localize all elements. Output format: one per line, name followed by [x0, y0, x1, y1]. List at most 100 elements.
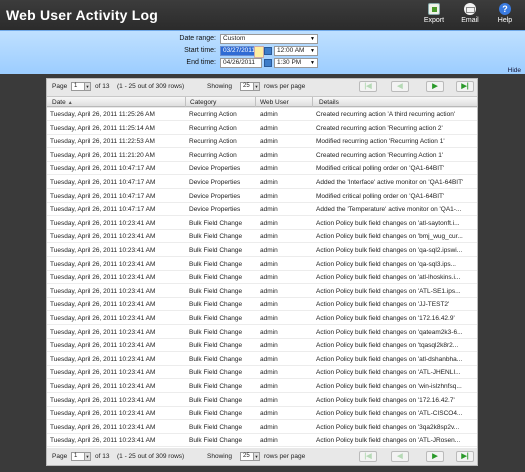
date-cell: Tuesday, April 26, 2011 10:47:17 AM [50, 165, 156, 173]
date-cell: Tuesday, April 26, 2011 10:23:41 AM [50, 383, 156, 390]
date-cell: Tuesday, April 26, 2011 10:23:41 AM [50, 342, 156, 350]
details-cell: Created recurring action 'A third recurr… [316, 111, 456, 118]
date-cell: Tuesday, April 26, 2011 10:23:41 AM [50, 369, 156, 377]
details-cell: Action Policy bulk field changes on 'ATL… [316, 437, 461, 445]
category-cell: Device Properties [189, 179, 241, 186]
column-header-details[interactable]: Details [319, 99, 339, 106]
table-row[interactable]: Tuesday, April 26, 2011 10:23:41 AM Bulk … [47, 298, 477, 312]
column-header-category[interactable]: Category [190, 99, 216, 106]
chevron-down-icon: ▼ [310, 48, 315, 54]
hide-filter-link[interactable]: Hide [508, 67, 521, 74]
start-time-value: 12:00 AM [277, 47, 305, 54]
table-row[interactable]: Tuesday, April 26, 2011 10:23:41 AM Bulk … [47, 394, 477, 407]
end-time-select[interactable]: 1:30 PM ▼ [274, 58, 318, 68]
column-header-date[interactable]: Date ▲ [52, 99, 73, 106]
date-cell: Tuesday, April 26, 2011 10:23:41 AM [50, 233, 156, 241]
table-row[interactable]: Tuesday, April 26, 2011 10:23:41 AM Bulk … [47, 380, 477, 393]
table-row[interactable]: Tuesday, April 26, 2011 10:23:41 AM Bulk … [47, 366, 477, 380]
details-cell: Action Policy bulk field changes on '172… [316, 396, 455, 404]
start-time-select[interactable]: 12:00 AM ▼ [274, 46, 318, 56]
web-user-cell: admin [260, 287, 278, 295]
showing-label: Showing [207, 83, 232, 90]
rows-per-page-select[interactable]: 25 ▼ [240, 452, 260, 461]
table-row[interactable]: Tuesday, April 26, 2011 11:25:26 AM Recur… [47, 108, 477, 121]
help-button[interactable]: ? Help [490, 3, 520, 28]
rows-per-page-select[interactable]: 25 ▼ [240, 82, 260, 91]
table-row[interactable]: Tuesday, April 26, 2011 10:23:41 AM Bulk … [47, 258, 477, 271]
table-row[interactable]: Tuesday, April 26, 2011 10:23:41 AM Bulk … [47, 244, 477, 257]
page-title: Web User Activity Log [6, 7, 159, 23]
last-page-button[interactable]: ▶| [456, 81, 474, 92]
details-cell: Action Policy bulk field changes on 'qa-… [316, 260, 456, 268]
page-label: Page [52, 83, 68, 90]
category-cell: Bulk Field Change [189, 274, 243, 282]
date-cell: Tuesday, April 26, 2011 11:25:14 AM [50, 124, 155, 132]
prev-page-button[interactable]: ◀ [391, 81, 409, 92]
table-row[interactable]: Tuesday, April 26, 2011 10:23:41 AM Bulk … [47, 407, 477, 421]
end-date-input[interactable]: 04/26/2011 [220, 58, 262, 68]
details-cell: Action Policy bulk field changes on 'atl… [316, 355, 463, 363]
table-row[interactable]: Tuesday, April 26, 2011 10:23:41 AM Bulk … [47, 285, 477, 298]
help-icon: ? [499, 3, 511, 15]
calendar-icon[interactable] [264, 59, 272, 67]
date-cell: Tuesday, April 26, 2011 11:22:53 AM [50, 138, 155, 146]
table-row[interactable]: Tuesday, April 26, 2011 10:23:41 AM Bulk … [47, 353, 477, 366]
table-row[interactable]: Tuesday, April 26, 2011 10:47:17 AM Devic… [47, 176, 477, 189]
column-header-web-user[interactable]: Web User [260, 99, 289, 106]
table-row[interactable]: Tuesday, April 26, 2011 10:47:17 AM Devic… [47, 162, 477, 176]
date-cell: Tuesday, April 26, 2011 10:23:41 AM [50, 410, 156, 418]
help-label: Help [497, 17, 513, 24]
table-row[interactable]: Tuesday, April 26, 2011 10:47:17 AM Devic… [47, 203, 477, 217]
date-range-select[interactable]: Custom ▼ [220, 34, 318, 44]
row-range-text: (1 - 25 out of 309 rows) [117, 83, 185, 90]
table-row[interactable]: Tuesday, April 26, 2011 10:23:41 AM Bulk … [47, 326, 477, 339]
chevron-down-icon: ▼ [310, 60, 315, 66]
web-user-cell: admin [260, 233, 278, 241]
table-row[interactable]: Tuesday, April 26, 2011 10:47:17 AM Devic… [47, 190, 477, 203]
date-cell: Tuesday, April 26, 2011 10:23:41 AM [50, 396, 156, 404]
table-row[interactable]: Tuesday, April 26, 2011 10:23:41 AM Bulk … [47, 339, 477, 353]
table-row[interactable]: Tuesday, April 26, 2011 10:23:41 AM Bulk … [47, 230, 477, 244]
details-cell: Action Policy bulk field changes on '172… [316, 315, 455, 322]
date-range-label: Date range: [179, 35, 216, 42]
next-page-button[interactable]: ▶ [426, 81, 444, 92]
export-icon [428, 3, 440, 15]
export-button[interactable]: Export [419, 3, 449, 28]
last-page-button[interactable]: ▶| [456, 451, 474, 462]
table-row[interactable]: Tuesday, April 26, 2011 11:21:20 AM Recur… [47, 149, 477, 162]
table-row[interactable]: Tuesday, April 26, 2011 10:23:41 AM Bulk … [47, 434, 477, 448]
start-date-input[interactable]: 03/27/2011 [220, 46, 264, 58]
web-user-cell: admin [260, 124, 278, 132]
table-row[interactable]: Tuesday, April 26, 2011 11:22:53 AM Recur… [47, 135, 477, 149]
web-user-cell: admin [260, 342, 278, 350]
prev-page-button[interactable]: ◀ [391, 451, 409, 462]
category-cell: Bulk Field Change [189, 233, 243, 241]
chevron-down-icon: ▼ [84, 453, 90, 460]
activity-table-panel: Page 1 ▼ of 13 (1 - 25 out of 309 rows) … [46, 78, 478, 466]
date-cell: Tuesday, April 26, 2011 10:23:41 AM [50, 355, 156, 363]
date-range-value: Custom [223, 35, 246, 42]
page-select[interactable]: 1 ▼ [71, 82, 91, 91]
first-page-button[interactable]: |◀ [359, 81, 377, 92]
calendar-icon[interactable] [264, 47, 272, 55]
email-button[interactable]: Email [455, 3, 485, 28]
web-user-cell: admin [260, 260, 278, 268]
date-cell: Tuesday, April 26, 2011 10:23:41 AM [50, 423, 156, 431]
email-icon [464, 3, 476, 15]
details-cell: Added the 'Interface' active monitor on … [316, 179, 464, 186]
table-row[interactable]: Tuesday, April 26, 2011 10:23:41 AM Bulk … [47, 421, 477, 434]
table-row[interactable]: Tuesday, April 26, 2011 11:25:14 AM Recur… [47, 122, 477, 135]
first-page-button[interactable]: |◀ [359, 451, 377, 462]
table-row[interactable]: Tuesday, April 26, 2011 10:23:41 AM Bulk … [47, 271, 477, 285]
date-cell: Tuesday, April 26, 2011 10:23:41 AM [50, 315, 156, 322]
table-row[interactable]: Tuesday, April 26, 2011 10:23:41 AM Bulk … [47, 217, 477, 230]
web-user-cell: admin [260, 247, 278, 254]
column-divider [255, 97, 256, 107]
web-user-cell: admin [260, 315, 278, 322]
email-label: Email [461, 17, 479, 24]
date-cell: Tuesday, April 26, 2011 10:23:41 AM [50, 301, 156, 309]
next-page-button[interactable]: ▶ [426, 451, 444, 462]
page-select[interactable]: 1 ▼ [71, 452, 91, 461]
web-user-cell: admin [260, 219, 278, 227]
table-row[interactable]: Tuesday, April 26, 2011 10:23:41 AM Bulk … [47, 312, 477, 325]
